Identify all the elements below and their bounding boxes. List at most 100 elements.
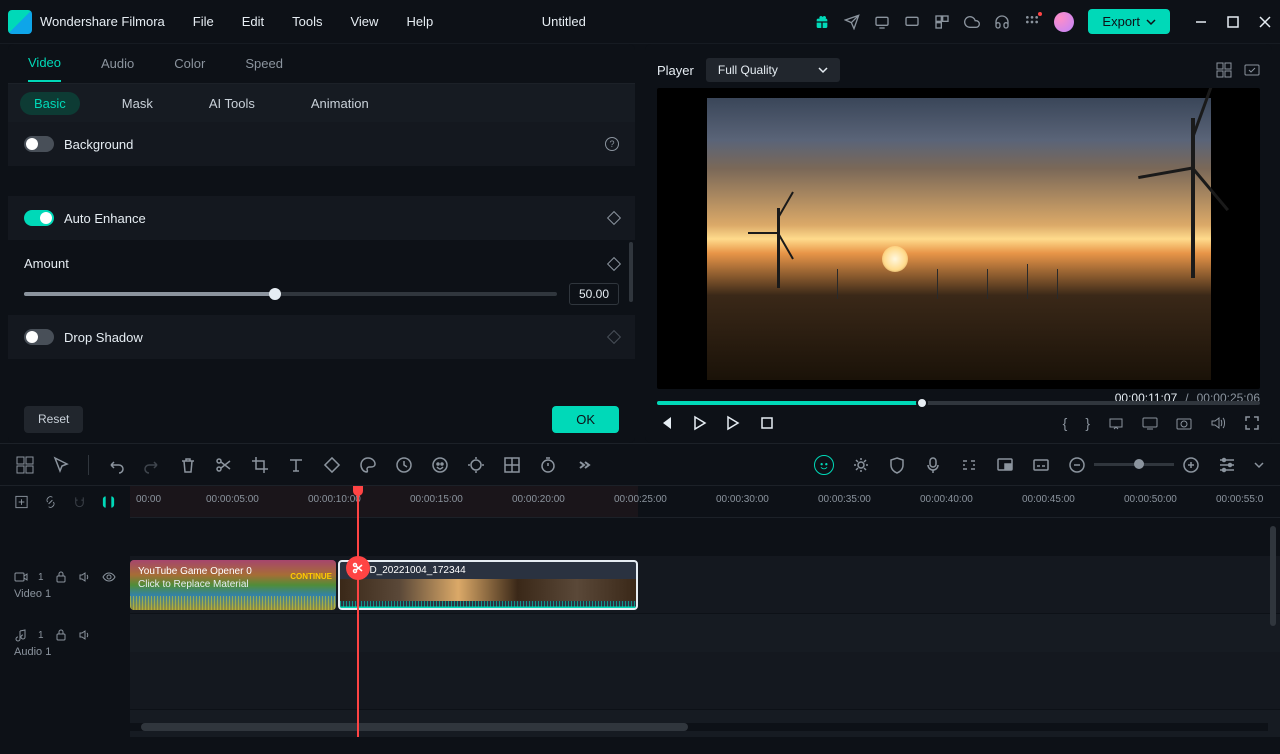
visible-icon[interactable] (102, 570, 116, 584)
scrollbar-horizontal[interactable] (130, 723, 1268, 731)
zoom-thumb[interactable] (1134, 459, 1144, 469)
drop-shadow-toggle[interactable] (24, 329, 54, 345)
snapshot-icon[interactable] (1176, 415, 1192, 431)
grid-icon[interactable] (1216, 62, 1232, 78)
tab-video[interactable]: Video (28, 45, 61, 82)
mark-out-icon[interactable]: } (1085, 415, 1090, 431)
subtab-ai-tools[interactable]: AI Tools (195, 92, 269, 115)
maximize-icon[interactable] (1226, 15, 1240, 29)
color-tool-icon[interactable] (359, 456, 377, 474)
reset-button[interactable]: Reset (24, 406, 83, 433)
text-icon[interactable] (287, 456, 305, 474)
template-icon[interactable] (934, 14, 950, 30)
prev-frame-icon[interactable] (657, 415, 673, 431)
mute-track-icon[interactable] (78, 570, 92, 584)
tab-audio[interactable]: Audio (101, 46, 134, 81)
keyframe-icon[interactable] (607, 211, 621, 225)
timeline-ruler[interactable]: 00:00 00:00:05:00 00:00:10:00 00:00:15:0… (130, 486, 1280, 518)
player-scrubber[interactable] (657, 401, 1260, 405)
display-icon[interactable] (1142, 415, 1158, 431)
split-marker-icon[interactable] (346, 556, 370, 580)
tab-speed[interactable]: Speed (245, 46, 283, 81)
subtitle-icon[interactable] (1032, 456, 1050, 474)
snapshot-gallery-icon[interactable] (1244, 62, 1260, 78)
ok-button[interactable]: OK (552, 406, 619, 433)
headphones-icon[interactable] (994, 14, 1010, 30)
amount-value[interactable]: 50.00 (569, 283, 619, 305)
more-tools-icon[interactable] (575, 456, 593, 474)
mask-tool-icon[interactable] (431, 456, 449, 474)
minimize-icon[interactable] (1194, 15, 1208, 29)
subtab-animation[interactable]: Animation (297, 92, 383, 115)
keyframe-icon[interactable] (607, 256, 621, 270)
scrubber-thumb[interactable] (916, 397, 928, 409)
add-track-icon[interactable] (14, 494, 29, 510)
tab-color[interactable]: Color (174, 46, 205, 81)
send-icon[interactable] (844, 14, 860, 30)
mic-icon[interactable] (924, 456, 942, 474)
pointer-icon[interactable] (52, 456, 70, 474)
video-clip-2[interactable]: VID_20221004_172344 (338, 560, 638, 610)
toolbox-icon[interactable] (16, 456, 34, 474)
help-icon[interactable]: ? (605, 137, 619, 151)
gift-icon[interactable] (814, 14, 830, 30)
video-preview[interactable] (657, 88, 1260, 389)
shield-icon[interactable] (888, 456, 906, 474)
crop-icon[interactable] (251, 456, 269, 474)
stop-icon[interactable] (759, 415, 775, 431)
audio-track-row[interactable] (130, 652, 1280, 710)
video-track-row[interactable]: YouTube Game Opener 0 Click to Replace M… (130, 556, 1280, 614)
chevron-down-icon[interactable] (1254, 456, 1264, 474)
next-frame-icon[interactable] (725, 415, 741, 431)
subtab-basic[interactable]: Basic (20, 92, 80, 115)
user-avatar[interactable] (1054, 12, 1074, 32)
mark-in-icon[interactable]: { (1063, 415, 1068, 431)
delete-icon[interactable] (179, 456, 197, 474)
amount-slider[interactable] (24, 292, 557, 296)
auto-ripple-icon[interactable] (101, 494, 116, 510)
scrollbar-vertical[interactable] (1270, 526, 1276, 626)
audio-mix-icon[interactable] (960, 456, 978, 474)
lock-icon[interactable] (54, 628, 68, 642)
subtab-mask[interactable]: Mask (108, 92, 167, 115)
ai-assistant-icon[interactable] (814, 455, 834, 475)
split-icon[interactable] (215, 456, 233, 474)
playhead[interactable] (357, 486, 359, 737)
scrollbar-vertical[interactable] (629, 242, 633, 302)
effects-icon[interactable] (467, 456, 485, 474)
tracks-area[interactable]: YouTube Game Opener 0 Click to Replace M… (130, 556, 1280, 737)
volume-icon[interactable] (1210, 415, 1226, 431)
menu-edit[interactable]: Edit (242, 14, 264, 29)
video-clip-1[interactable]: YouTube Game Opener 0 Click to Replace M… (130, 560, 336, 610)
undo-icon[interactable] (107, 456, 125, 474)
cloud-icon[interactable] (964, 14, 980, 30)
link-icon[interactable] (43, 494, 58, 510)
close-icon[interactable] (1258, 15, 1272, 29)
zoom-slider[interactable] (1094, 463, 1174, 466)
speed-tool-icon[interactable] (395, 456, 413, 474)
zoom-in-icon[interactable] (1182, 456, 1200, 474)
ratio-icon[interactable] (1108, 415, 1124, 431)
background-toggle[interactable] (24, 136, 54, 152)
keyframe-tool-icon[interactable] (323, 456, 341, 474)
device-icon[interactable] (904, 14, 920, 30)
timeline-settings-icon[interactable] (1218, 456, 1236, 474)
menu-file[interactable]: File (193, 14, 214, 29)
redo-icon[interactable] (143, 456, 161, 474)
export-button[interactable]: Export (1088, 9, 1170, 34)
lock-icon[interactable] (54, 570, 68, 584)
play-icon[interactable] (691, 415, 707, 431)
enhance-icon[interactable] (852, 456, 870, 474)
fullscreen-icon[interactable] (1244, 415, 1260, 431)
screen-record-icon[interactable] (874, 14, 890, 30)
quality-select[interactable]: Full Quality (706, 58, 840, 82)
adjustment-icon[interactable] (503, 456, 521, 474)
apps-icon[interactable] (1024, 14, 1040, 30)
magnet-icon[interactable] (72, 494, 87, 510)
timer-icon[interactable] (539, 456, 557, 474)
zoom-out-icon[interactable] (1068, 456, 1086, 474)
slider-thumb[interactable] (269, 288, 281, 300)
mute-track-icon[interactable] (78, 628, 92, 642)
auto-enhance-toggle[interactable] (24, 210, 54, 226)
playhead-handle[interactable] (353, 486, 363, 496)
